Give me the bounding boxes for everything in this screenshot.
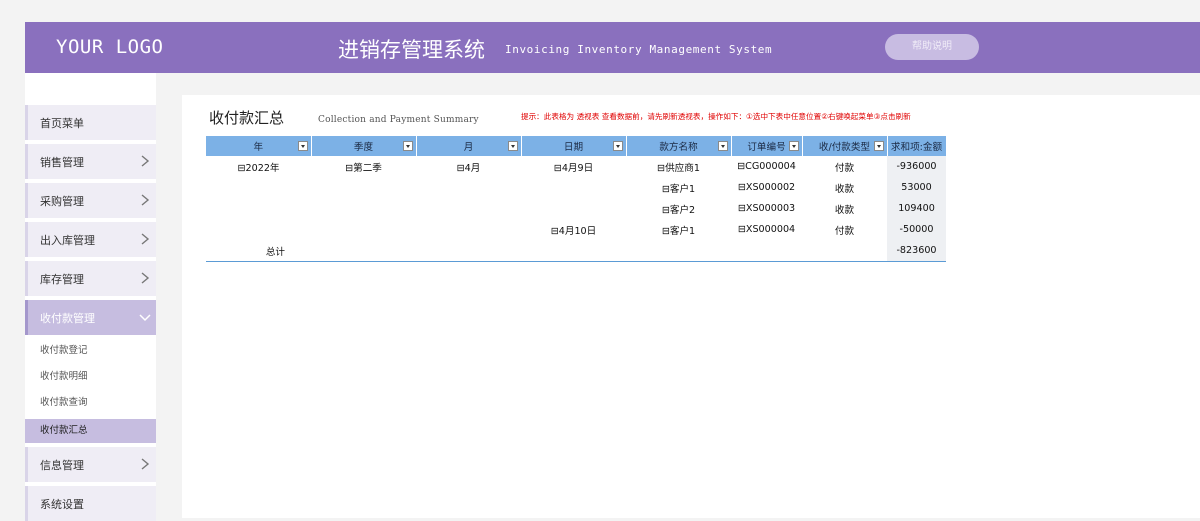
sidebar-item-home[interactable]: 首页菜单 — [25, 105, 156, 140]
column-header-amount[interactable]: 求和项:金额 — [887, 136, 947, 156]
filter-dropdown-icon[interactable] — [507, 141, 518, 151]
table-cell[interactable] — [311, 177, 416, 198]
filter-dropdown-icon[interactable] — [612, 141, 623, 151]
app-header: YOUR LOGO 进销存管理系统 Invoicing Inventory Ma… — [25, 22, 1200, 73]
sidebar: 首页菜单 销售管理 采购管理 出入库管理 库存管理 收付款管理 收付款登记 收付… — [25, 73, 156, 521]
table-cell[interactable]: ⊟XS000002 — [731, 177, 802, 198]
sidebar-item-label: 首页菜单 — [40, 117, 84, 130]
sidebar-subitem-payment-details[interactable]: 收付款明细 — [25, 365, 156, 389]
sidebar-item-sales[interactable]: 销售管理 — [25, 144, 156, 179]
column-header-month[interactable]: 月 — [416, 136, 522, 156]
sidebar-item-info[interactable]: 信息管理 — [25, 447, 156, 482]
pivot-header-row: 年 季度 月 日期 款方名称 订单编号 收/付款类型 求和项:金额 — [206, 136, 947, 156]
table-cell[interactable]: 付款 — [802, 156, 887, 177]
column-header-quarter[interactable]: 季度 — [311, 136, 417, 156]
table-cell[interactable] — [521, 198, 626, 219]
table-cell[interactable]: ⊟第二季 — [311, 156, 416, 177]
table-cell[interactable]: ⊟客户1 — [626, 177, 731, 198]
column-header-type[interactable]: 收/付款类型 — [802, 136, 888, 156]
table-cell[interactable] — [311, 219, 416, 240]
table-cell[interactable] — [731, 240, 802, 262]
sidebar-subitem-payment-query[interactable]: 收付款查询 — [25, 391, 156, 415]
table-cell[interactable]: ⊟2022年 — [206, 156, 311, 177]
help-button[interactable]: 帮助说明 — [885, 34, 979, 60]
sidebar-item-label: 出入库管理 — [40, 234, 95, 247]
sidebar-item-warehouse[interactable]: 出入库管理 — [25, 222, 156, 257]
filter-dropdown-icon[interactable] — [717, 141, 728, 151]
total-label[interactable]: 总计 — [206, 240, 311, 262]
sidebar-item-settings[interactable]: 系统设置 — [25, 486, 156, 521]
sidebar-item-payments[interactable]: 收付款管理 — [25, 300, 156, 335]
table-row[interactable]: ⊟2022年 ⊟第二季 ⊟4月 ⊟4月9日 ⊟供应商1 ⊟CG000004 付款 -93600… — [206, 156, 946, 177]
sidebar-subitem-payment-summary[interactable]: 收付款汇总 — [25, 419, 156, 443]
table-cell[interactable]: ⊟客户1 — [626, 219, 731, 240]
sidebar-subitem-payment-register[interactable]: 收付款登记 — [25, 339, 156, 363]
table-cell[interactable]: ⊟供应商1 — [626, 156, 731, 177]
table-cell[interactable]: -936000 — [887, 156, 946, 177]
sidebar-item-label: 销售管理 — [40, 156, 84, 169]
table-cell[interactable]: ⊟XS000004 — [731, 219, 802, 240]
filter-dropdown-icon[interactable] — [788, 141, 799, 151]
main-content: 收付款汇总 Collection and Payment Summary 提示：… — [182, 95, 1200, 518]
column-header-year[interactable]: 年 — [206, 136, 312, 156]
table-cell[interactable] — [521, 177, 626, 198]
table-cell[interactable]: ⊟CG000004 — [731, 156, 802, 177]
table-row[interactable]: ⊟客户2 ⊟XS000003 收款 109400 — [206, 198, 946, 219]
table-cell[interactable] — [206, 177, 311, 198]
chevron-right-icon — [141, 194, 150, 206]
page-subtitle: Collection and Payment Summary — [318, 115, 479, 125]
table-cell[interactable] — [521, 240, 626, 262]
table-cell[interactable]: ⊟4月 — [416, 156, 521, 177]
sidebar-item-label: 采购管理 — [40, 195, 84, 208]
filter-dropdown-icon[interactable] — [297, 141, 308, 151]
sidebar-item-inventory[interactable]: 库存管理 — [25, 261, 156, 296]
chevron-right-icon — [141, 233, 150, 245]
app-subtitle: Invoicing Inventory Management System — [505, 43, 773, 56]
table-cell[interactable] — [626, 240, 731, 262]
chevron-right-icon — [141, 155, 150, 167]
table-row[interactable]: ⊟4月10日 ⊟客户1 ⊟XS000004 付款 -50000 — [206, 219, 946, 240]
chevron-right-icon — [141, 458, 150, 470]
table-cell[interactable]: 109400 — [887, 198, 946, 219]
column-header-order-no[interactable]: 订单编号 — [731, 136, 803, 156]
app-title: 进销存管理系统 — [338, 38, 485, 62]
table-cell[interactable] — [802, 240, 887, 262]
filter-dropdown-icon[interactable] — [402, 141, 413, 151]
sidebar-item-label: 收付款管理 — [40, 312, 95, 325]
sidebar-item-purchase[interactable]: 采购管理 — [25, 183, 156, 218]
table-cell[interactable]: 收款 — [802, 198, 887, 219]
chevron-right-icon — [141, 272, 150, 284]
table-cell[interactable] — [311, 198, 416, 219]
chevron-down-icon — [139, 314, 151, 322]
table-cell[interactable] — [416, 198, 521, 219]
filter-dropdown-icon[interactable] — [873, 141, 884, 151]
sidebar-item-label: 库存管理 — [40, 273, 84, 286]
table-cell[interactable] — [206, 219, 311, 240]
table-cell[interactable] — [416, 177, 521, 198]
sidebar-item-label: 系统设置 — [40, 498, 84, 511]
table-cell[interactable]: 付款 — [802, 219, 887, 240]
column-header-party[interactable]: 款方名称 — [626, 136, 732, 156]
table-cell[interactable]: ⊟XS000003 — [731, 198, 802, 219]
sidebar-item-label: 信息管理 — [40, 459, 84, 472]
table-cell[interactable]: ⊟4月10日 — [521, 219, 626, 240]
table-row[interactable]: ⊟客户1 ⊟XS000002 收款 53000 — [206, 177, 946, 198]
page-title: 收付款汇总 — [209, 109, 285, 127]
table-cell[interactable]: 收款 — [802, 177, 887, 198]
refresh-hint: 提示：此表格为 透视表 查看数据前，请先刷新透视表，操作如下：①选中下表中任意位… — [521, 112, 911, 121]
total-row[interactable]: 总计 -823600 — [206, 240, 946, 262]
logo: YOUR LOGO — [56, 36, 164, 58]
total-value[interactable]: -823600 — [887, 240, 946, 262]
table-cell[interactable]: -50000 — [887, 219, 946, 240]
pivot-table[interactable]: 年 季度 月 日期 款方名称 订单编号 收/付款类型 求和项:金额 ⊟2022年… — [206, 136, 947, 262]
table-cell[interactable] — [416, 219, 521, 240]
table-cell[interactable] — [311, 240, 416, 262]
table-cell[interactable]: 53000 — [887, 177, 946, 198]
table-cell[interactable] — [416, 240, 521, 262]
table-cell[interactable]: ⊟4月9日 — [521, 156, 626, 177]
table-cell[interactable] — [206, 198, 311, 219]
table-cell[interactable]: ⊟客户2 — [626, 198, 731, 219]
column-header-date[interactable]: 日期 — [521, 136, 627, 156]
